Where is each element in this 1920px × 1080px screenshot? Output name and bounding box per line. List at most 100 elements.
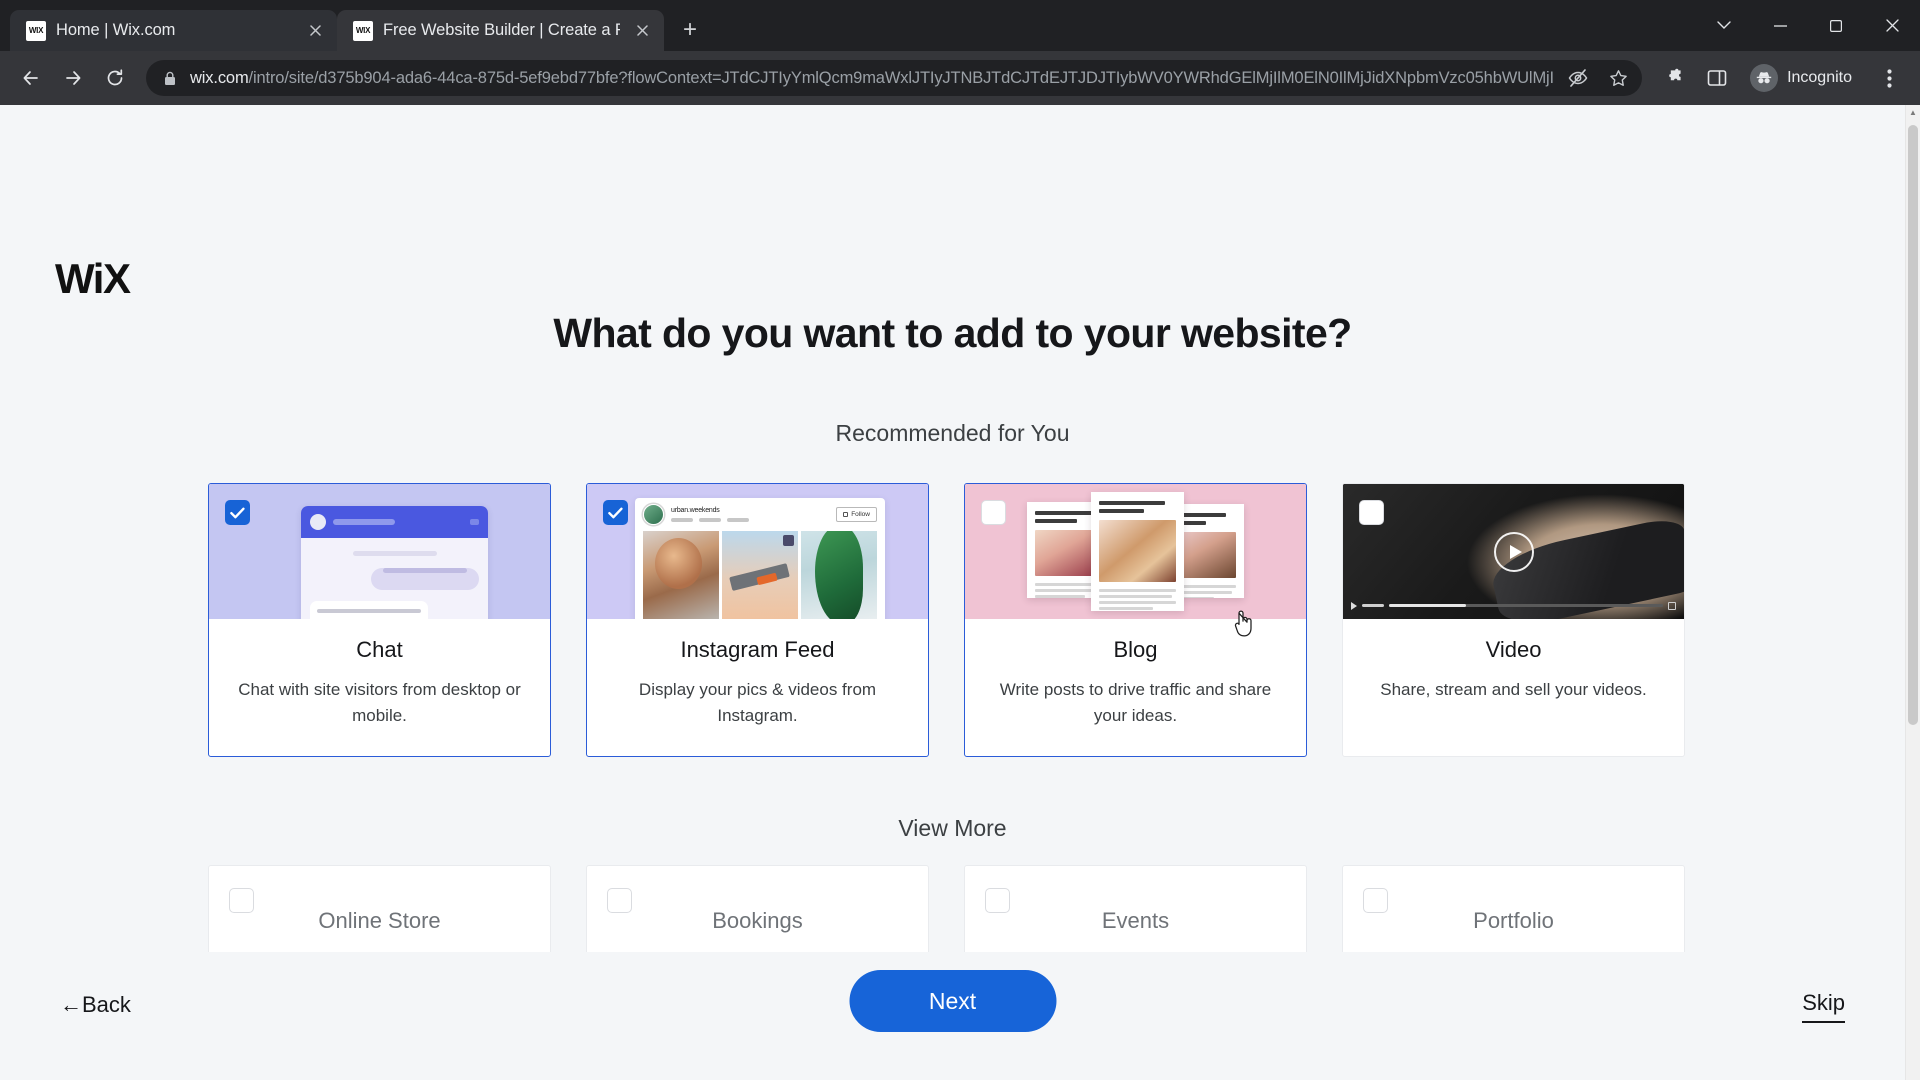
chevron-down-icon[interactable]: [1696, 0, 1752, 51]
checkbox-chat[interactable]: [225, 500, 250, 525]
chat-widget-art: [301, 506, 488, 619]
skip-button[interactable]: Skip: [1802, 990, 1845, 1023]
side-panel-icon[interactable]: [1698, 59, 1736, 97]
chevron-down-icon: [470, 519, 479, 525]
card-blog[interactable]: Blog Write posts to drive traffic and sh…: [964, 483, 1307, 757]
video-timecode: [1362, 604, 1384, 607]
card-body: Chat Chat with site visitors from deskto…: [209, 619, 550, 756]
eye-slash-icon[interactable]: [1567, 67, 1589, 89]
address-bar[interactable]: wix.com/intro/site/d375b904-ada6-44ca-87…: [146, 60, 1643, 96]
incognito-label: Incognito: [1787, 69, 1852, 86]
tab-strip: WIX Home | Wix.com WIX Free Website Buil…: [0, 0, 1920, 51]
mouse-cursor: [1232, 610, 1254, 643]
card-title: Events: [1101, 908, 1170, 933]
instagram-photo: [722, 531, 798, 619]
scroll-up-arrow-icon[interactable]: ▲: [1906, 105, 1920, 120]
tab-close-icon[interactable]: [303, 19, 327, 43]
fullscreen-icon: [1668, 601, 1676, 610]
lock-icon: [164, 71, 178, 86]
instagram-icon: [843, 512, 849, 517]
instagram-username: urban.weekends: [671, 507, 720, 515]
chat-thumbnail: [209, 484, 550, 619]
star-icon[interactable]: [1609, 69, 1628, 88]
address-bar-url: wix.com/intro/site/d375b904-ada6-44ca-87…: [190, 69, 1555, 88]
tab-close-icon[interactable]: [630, 19, 654, 43]
reload-icon[interactable]: [96, 59, 134, 97]
tab-title: Home | Wix.com: [56, 21, 176, 39]
card-description: Write posts to drive traffic and share y…: [999, 680, 1272, 726]
video-progress-track: [1389, 604, 1663, 607]
checkbox-portfolio[interactable]: [1363, 888, 1388, 913]
checkbox-instagram-feed[interactable]: [603, 500, 628, 525]
card-title: Portfolio: [1473, 908, 1554, 933]
checkbox-video[interactable]: [1359, 500, 1384, 525]
url-domain: wix.com: [190, 68, 249, 87]
instagram-thumbnail: urban.weekends Follow: [587, 484, 928, 619]
page-title: What do you want to add to your website?: [553, 310, 1352, 356]
card-video[interactable]: Video Share, stream and sell your videos…: [1342, 483, 1685, 757]
browser-tab-2[interactable]: WIX Free Website Builder | Create a Fr: [337, 10, 664, 51]
three-dot-menu-icon[interactable]: [1870, 59, 1908, 97]
recommended-cards-row: Chat Chat with site visitors from deskto…: [208, 483, 1688, 757]
instagram-follow-button: Follow: [836, 507, 877, 522]
recommended-section-label: Recommended for You: [835, 420, 1070, 446]
play-icon[interactable]: [1493, 531, 1534, 572]
card-body: Instagram Feed Display your pics & video…: [587, 619, 928, 756]
next-button[interactable]: Next: [849, 970, 1056, 1032]
checkbox-online-store[interactable]: [229, 888, 254, 913]
tab-favicon-icon: WIX: [26, 20, 46, 41]
scrollbar-thumb[interactable]: [1908, 125, 1918, 725]
video-thumbnail: [1343, 484, 1684, 619]
wix-logo[interactable]: WiX: [55, 255, 131, 303]
page-scrollbar[interactable]: ▲: [1905, 105, 1920, 1080]
window-controls: [1696, 0, 1920, 51]
chat-avatar-icon: [310, 514, 326, 530]
card-title: Video: [1485, 637, 1542, 662]
chat-widget-header: [301, 506, 488, 538]
checkbox-events[interactable]: [985, 888, 1010, 913]
browser-viewport: WiX What do you want to add to your webs…: [0, 105, 1920, 1080]
card-title: Bookings: [712, 908, 803, 933]
back-button[interactable]: ←Back: [60, 992, 131, 1018]
extensions-puzzle-icon[interactable]: [1656, 59, 1694, 97]
wix-onboarding-page: WiX What do you want to add to your webs…: [0, 105, 1905, 1080]
browser-window: WIX Home | Wix.com WIX Free Website Buil…: [0, 0, 1920, 1080]
instagram-feed-art: urban.weekends Follow: [635, 498, 885, 619]
blog-posts-art: [965, 484, 1306, 619]
chat-bubble-incoming: [310, 601, 428, 619]
blog-thumbnail: [965, 484, 1306, 619]
new-tab-button[interactable]: +: [673, 13, 707, 47]
back-arrow-icon[interactable]: [12, 59, 50, 97]
incognito-indicator[interactable]: Incognito: [1744, 60, 1866, 96]
card-description: Share, stream and sell your videos.: [1380, 680, 1647, 699]
browser-toolbar: wix.com/intro/site/d375b904-ada6-44ca-87…: [0, 51, 1920, 105]
checkbox-blog[interactable]: [981, 500, 1006, 525]
incognito-avatar-icon: [1750, 64, 1779, 92]
instagram-avatar-icon: [643, 504, 664, 525]
browser-tab-1[interactable]: WIX Home | Wix.com: [10, 10, 337, 51]
view-more-section-label: View More: [898, 815, 1007, 841]
instagram-meta: urban.weekends: [671, 507, 749, 522]
instagram-video-badge-icon: [783, 535, 794, 546]
card-instagram-feed[interactable]: urban.weekends Follow Instagram Feed Dis…: [586, 483, 929, 757]
card-body: Blog Write posts to drive traffic and sh…: [965, 619, 1306, 756]
video-control-bar: [1343, 600, 1684, 611]
card-title: Chat: [356, 637, 403, 662]
close-window-button[interactable]: [1864, 0, 1920, 51]
instagram-photo: [643, 531, 719, 619]
play-small-icon: [1351, 601, 1357, 610]
checkbox-bookings[interactable]: [607, 888, 632, 913]
card-title: Online Store: [318, 908, 441, 933]
instagram-photo: [801, 531, 877, 619]
maximize-button[interactable]: [1808, 0, 1864, 51]
instagram-photo-grid: [635, 531, 885, 619]
card-title: Instagram Feed: [680, 637, 835, 662]
card-description: Chat with site visitors from desktop or …: [238, 680, 521, 726]
chat-header-text: [333, 519, 395, 525]
card-body: Video Share, stream and sell your videos…: [1343, 619, 1684, 729]
card-chat[interactable]: Chat Chat with site visitors from deskto…: [208, 483, 551, 757]
url-path: /intro/site/d375b904-ada6-44ca-875d-5ef9…: [248, 68, 1556, 87]
forward-arrow-icon[interactable]: [54, 59, 92, 97]
video-art: [1343, 484, 1684, 619]
minimize-button[interactable]: [1752, 0, 1808, 51]
